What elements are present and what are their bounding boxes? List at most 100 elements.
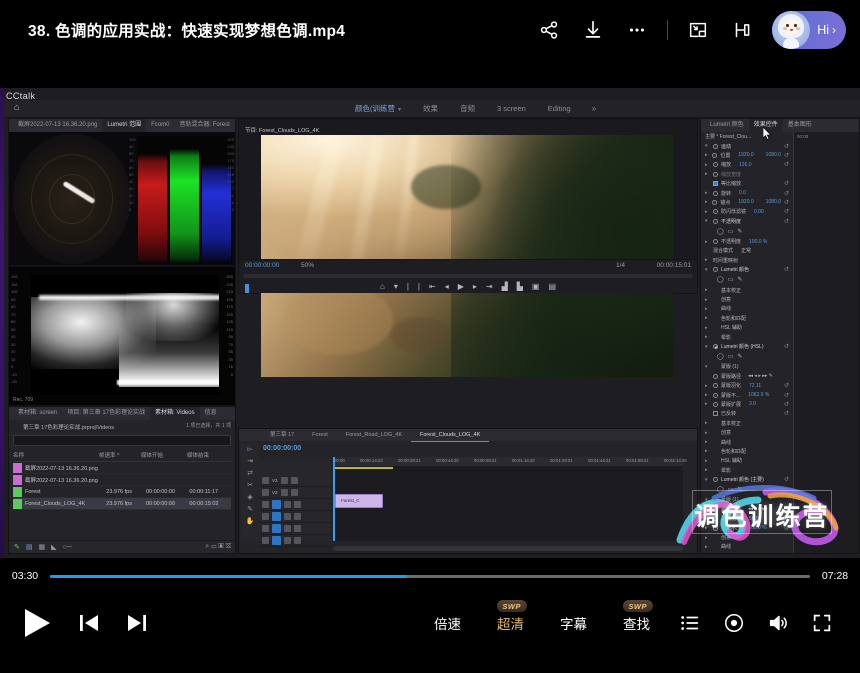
more-icon[interactable] bbox=[615, 8, 659, 52]
timeline-timecode[interactable]: 00:00:00:00 bbox=[263, 445, 301, 452]
table-row[interactable]: Forest_Clouds_LOG_4K 23.976 fps 00:00:00… bbox=[13, 498, 231, 510]
video-stage[interactable]: ⌂ 颜色(训练营▾ 效果 音频 3 screen Editing » 截屏202… bbox=[0, 88, 860, 558]
progress-bar[interactable] bbox=[50, 575, 810, 578]
fx-value2[interactable]: 1080.0 bbox=[766, 199, 781, 205]
home-icon[interactable]: ⌂ bbox=[14, 102, 19, 112]
project-actions[interactable]: ⌕ ▭ ▣ ☒ bbox=[205, 543, 231, 551]
fx-row-hsl-creative[interactable]: ▸创意 bbox=[701, 428, 793, 437]
playback-speed-button[interactable]: 倍速 bbox=[416, 613, 479, 633]
volume-icon[interactable] bbox=[756, 601, 800, 645]
rect-mask-icon[interactable]: ▭ bbox=[728, 353, 734, 360]
fx-group-time-remap[interactable]: ▸时间重映射 bbox=[701, 256, 793, 265]
fx-row-mask-path[interactable]: 蒙版路径◂◂ ◂ ▸ ▸▸ ✎ bbox=[701, 372, 793, 381]
fx-row-color-wheels[interactable]: ▸色轮和匹配 bbox=[701, 314, 793, 323]
record-icon[interactable] bbox=[712, 601, 756, 645]
project-tab-project[interactable]: 项目: 第三章 17色彩理论实战 bbox=[62, 407, 150, 420]
reset-icon[interactable]: ↺ bbox=[784, 410, 789, 417]
next-button[interactable] bbox=[122, 608, 152, 638]
workspace-tab-editing[interactable]: Editing bbox=[537, 102, 582, 115]
reset-icon[interactable]: ↺ bbox=[784, 161, 789, 168]
fx-value[interactable]: 100.0 % bbox=[749, 239, 767, 245]
play-button[interactable] bbox=[18, 604, 56, 642]
track-header-v3[interactable]: V3 bbox=[259, 475, 331, 487]
table-row[interactable]: 截屏2022-07-13 16.36.20.png bbox=[13, 474, 231, 486]
playlist-icon[interactable] bbox=[668, 601, 712, 645]
fx-mask-shapes[interactable]: ◯ ▭✎ bbox=[701, 274, 793, 285]
timeline-clip[interactable]: Forest_C bbox=[335, 494, 383, 508]
download-icon[interactable] bbox=[571, 8, 615, 52]
fx-row-hsl-vignette[interactable]: ▸晕影 bbox=[701, 466, 793, 475]
table-row[interactable]: 截屏2022-07-13 16.36.20.png bbox=[13, 462, 231, 474]
fx-row-mask-inverted[interactable]: 已反转↺ bbox=[701, 409, 793, 418]
fx-row-basic-correction[interactable]: ▸基本校正 bbox=[701, 285, 793, 294]
reset-icon[interactable]: ↺ bbox=[784, 266, 789, 273]
workspace-tab-3screen[interactable]: 3 screen bbox=[486, 102, 537, 115]
ellipse-mask-icon[interactable]: ◯ bbox=[717, 228, 724, 235]
fx-row-mask1[interactable]: ▾蒙版 (1) bbox=[701, 362, 793, 371]
hand-tool-icon[interactable]: ✋ bbox=[241, 515, 259, 527]
comparison-view-icon[interactable]: ▤ bbox=[548, 282, 556, 291]
checkbox[interactable] bbox=[713, 181, 718, 186]
razor-tool-icon[interactable]: ✂ bbox=[241, 479, 259, 491]
user-avatar-button[interactable]: Hi › bbox=[772, 11, 846, 49]
fx-value[interactable]: 72.11 bbox=[749, 383, 761, 389]
reset-icon[interactable]: ↺ bbox=[784, 343, 789, 350]
share-icon[interactable] bbox=[527, 8, 571, 52]
reset-icon[interactable]: ↺ bbox=[784, 218, 789, 225]
scopes-tab-fcom[interactable]: Fcom0 bbox=[146, 119, 174, 132]
timeline-tab-forestclouds[interactable]: Forest_Clouds_LOG_4K bbox=[411, 429, 489, 442]
fx-value[interactable]: 0.0 bbox=[739, 190, 746, 196]
fx-row-vignette[interactable]: ▸晕影 bbox=[701, 332, 793, 341]
fx-row-hsl-secondary2[interactable]: ▸HSL 辅助 bbox=[701, 456, 793, 465]
fx-row-blend-mode[interactable]: 混合模式正常 bbox=[701, 246, 793, 255]
fx-row-anchor[interactable]: ▸锚点1920.01080.0↺ bbox=[701, 198, 793, 207]
track-header-a1[interactable] bbox=[259, 511, 331, 523]
reset-icon[interactable]: ↺ bbox=[784, 208, 789, 215]
workspace-tab-effects[interactable]: 效果 bbox=[412, 101, 449, 116]
fx-row-scale[interactable]: ▸缩放126.0↺ bbox=[701, 160, 793, 169]
ripple-edit-tool-icon[interactable]: ⇄ bbox=[241, 467, 259, 479]
fx-group-lumetri-hsl[interactable]: ▾★Lumetri 颜色 (HSL)↺ bbox=[701, 342, 793, 351]
fx-mask-shapes[interactable]: ◯▭✎ bbox=[701, 226, 793, 237]
fx-row-hsl-basic[interactable]: ▸基本校正 bbox=[701, 419, 793, 428]
fx-row-creative[interactable]: ▸创意 bbox=[701, 295, 793, 304]
track-header-a2[interactable] bbox=[259, 523, 331, 535]
workspace-tab-audio[interactable]: 音频 bbox=[449, 101, 486, 116]
subtitle-button[interactable]: 字幕 bbox=[542, 613, 605, 633]
fx-row-mask-opacity[interactable]: ▸蒙版不...1062.9 %↺ bbox=[701, 390, 793, 399]
fx-mask-shapes[interactable]: ◯▭✎ bbox=[701, 351, 793, 362]
project-search-input[interactable] bbox=[13, 435, 231, 446]
ellipse-mask-icon[interactable]: ◯ bbox=[717, 276, 724, 283]
fullscreen-icon[interactable] bbox=[800, 601, 844, 645]
picture-in-picture-icon[interactable] bbox=[676, 8, 720, 52]
fx-value[interactable]: 3.0 bbox=[749, 401, 756, 407]
track-header-a3[interactable] bbox=[259, 535, 331, 547]
fx-value2[interactable]: 1080.0 bbox=[766, 152, 781, 158]
reset-icon[interactable]: ↺ bbox=[784, 180, 789, 187]
fx-row-mask-expansion[interactable]: ▸蒙版扩展3.0↺ bbox=[701, 400, 793, 409]
quality-button[interactable]: SWP 超清 bbox=[479, 613, 542, 633]
monitor-tab-label[interactable]: 节目: Forest_Clouds_LOG_4K bbox=[239, 123, 319, 139]
fx-row-mask-feather[interactable]: ▸蒙版羽化72.11↺ bbox=[701, 381, 793, 390]
fx-value[interactable]: 126.0 bbox=[739, 162, 752, 168]
timeline-tab-chapter[interactable]: 第三章 17 bbox=[261, 429, 303, 441]
keyframe-nav-icons[interactable]: ◂◂ ◂ ▸ ▸▸ ✎ bbox=[748, 373, 773, 379]
selection-tool-icon[interactable]: ▻ bbox=[241, 443, 259, 455]
fx-row-uniform-scale[interactable]: 等比缩放↺ bbox=[701, 179, 793, 188]
project-tab-screen[interactable]: 素材箱: screen bbox=[13, 407, 62, 420]
fx-row-hsl-wheels[interactable]: ▸色轮和匹配 bbox=[701, 447, 793, 456]
extract-icon[interactable]: ▙ bbox=[517, 282, 523, 291]
timeline-tab-forestroad[interactable]: Forest_Road_LOG_4K bbox=[337, 429, 411, 441]
pen-icon[interactable]: ✎ bbox=[14, 543, 20, 551]
reset-icon[interactable]: ↺ bbox=[784, 382, 789, 389]
scopes-tab-audiomixer[interactable]: 音轨混合器: Forest bbox=[174, 119, 234, 132]
play-icon[interactable]: ▶ bbox=[458, 282, 464, 291]
rect-mask-icon[interactable]: ▭ bbox=[728, 276, 734, 283]
fx-row-rotation[interactable]: ▸旋转0.0↺ bbox=[701, 188, 793, 197]
mark-in-icon[interactable]: ▾ bbox=[394, 282, 398, 291]
pen-mask-icon[interactable]: ✎ bbox=[737, 276, 742, 283]
freeform-icon[interactable]: ◣ bbox=[51, 543, 56, 551]
add-marker-icon[interactable]: ⌂ bbox=[380, 282, 385, 291]
fx-group-motion[interactable]: ▾运动↺ bbox=[701, 141, 793, 150]
go-to-in-icon[interactable]: ⇤ bbox=[429, 282, 436, 291]
